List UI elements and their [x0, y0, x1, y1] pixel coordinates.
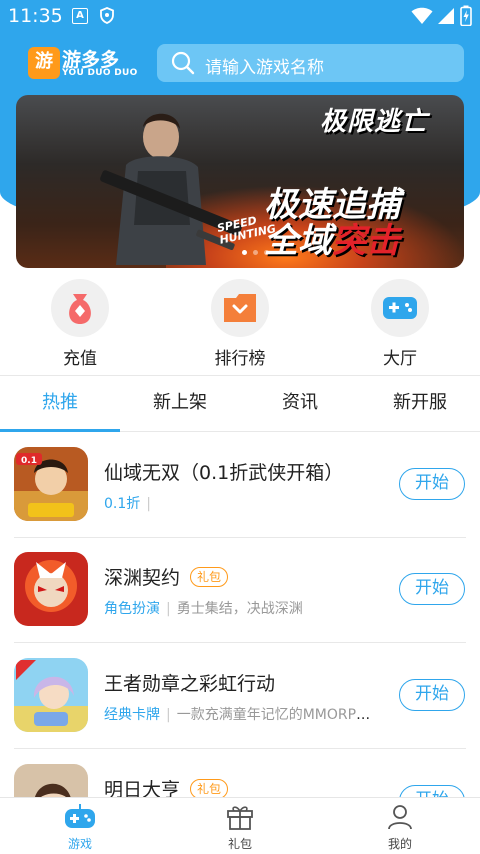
game-row[interactable]: 王者勋章之彩虹行动 经典卡牌 | 一款充满童年记忆的MMORPG卡牌手游 开始: [0, 643, 480, 749]
banner-pagination: [242, 250, 269, 255]
game-category: 经典卡牌: [104, 707, 160, 723]
game-meta: 角色扮演 | 勇士集结，决战深渊: [104, 598, 372, 618]
game-name: 仙域无双（0.1折武侠开箱）: [104, 462, 344, 484]
game-description: 一款充满童年记忆的MMORPG卡牌手游: [176, 707, 372, 723]
game-name: 深渊契约 礼包: [104, 563, 229, 590]
search-bar[interactable]: 请输入游戏名称: [157, 44, 464, 82]
svg-text:0.1: 0.1: [21, 456, 37, 466]
game-meta: 经典卡牌 | 一款充满童年记忆的MMORPG卡牌手游: [104, 704, 372, 724]
bottom-navigation: 游戏 礼包 我的: [0, 797, 480, 854]
tab-news[interactable]: 资讯: [240, 376, 360, 431]
nav-gifts-label: 礼包: [227, 837, 252, 851]
banner-game-title: 极限逃亡: [320, 107, 429, 137]
shield-icon: [100, 7, 114, 28]
quick-ranking[interactable]: 排行榜: [211, 279, 269, 369]
banner-slogan-line2b: 突击: [332, 221, 400, 261]
battery-icon: [460, 5, 472, 30]
game-meta: 0.1折 |: [104, 493, 372, 513]
quick-lobby[interactable]: 大厅: [371, 279, 429, 369]
gift-box-icon: [226, 806, 254, 834]
gift-badge: 礼包: [190, 779, 229, 799]
game-controller-icon: [64, 804, 96, 834]
nav-games[interactable]: 游戏: [0, 798, 160, 854]
game-category: 0.1折: [104, 496, 141, 512]
tab-new-server[interactable]: 新开服: [360, 376, 480, 431]
game-row[interactable]: 0.1 仙域无双（0.1折武侠开箱） 0.1折 | 开始: [0, 432, 480, 538]
quick-recharge[interactable]: 充值: [51, 279, 109, 369]
search-icon: [171, 51, 195, 79]
notification-a-icon: A: [72, 8, 88, 24]
search-placeholder: 请输入游戏名称: [205, 58, 324, 78]
banner-slogan-line1: 极速追捕: [264, 185, 400, 225]
gift-badge: 礼包: [190, 567, 229, 587]
game-icon-wangzhe: [14, 658, 88, 732]
start-button[interactable]: 开始: [399, 573, 465, 605]
game-category: 角色扮演: [104, 601, 160, 617]
quick-lobby-label: 大厅: [383, 349, 417, 369]
game-name: 王者勋章之彩虹行动: [104, 673, 276, 695]
start-button[interactable]: 开始: [399, 679, 465, 711]
nav-mine[interactable]: 我的: [320, 798, 480, 854]
banner-slogan: 极速追捕 全域突击: [264, 187, 464, 259]
meta-separator: |: [166, 707, 171, 723]
money-bag-icon: [51, 279, 109, 337]
banner-slogan-line2a: 全域: [264, 221, 332, 261]
nav-gifts[interactable]: 礼包: [160, 798, 320, 854]
game-row[interactable]: 深渊契约 礼包 角色扮演 | 勇士集结，决战深渊 开始: [0, 537, 480, 643]
start-button[interactable]: 开始: [399, 468, 465, 500]
quick-ranking-label: 排行榜: [214, 349, 266, 369]
wifi-icon: [411, 7, 433, 29]
category-tabs: 热推 新上架 资讯 新开服: [0, 376, 480, 432]
meta-separator: |: [146, 496, 151, 512]
game-icon-shenyuan: [14, 552, 88, 626]
nav-games-label: 游戏: [67, 837, 92, 851]
tab-new-release[interactable]: 新上架: [120, 376, 240, 431]
meta-separator: |: [166, 601, 171, 617]
app-logo: 游: [28, 47, 60, 79]
app-name-pinyin: YOU DUO DUO: [62, 68, 138, 78]
banner-dot-3[interactable]: [264, 250, 269, 255]
game-description: 勇士集结，决战深渊: [176, 601, 303, 617]
promo-banner[interactable]: 极限逃亡 SPEED HUNTING 极速追捕 全域突击: [16, 95, 464, 268]
nav-mine-label: 我的: [387, 837, 412, 851]
game-icon-xianyu: 0.1: [14, 447, 88, 521]
status-time: 11:35: [8, 5, 63, 27]
tab-hot[interactable]: 热推: [0, 376, 120, 432]
quick-recharge-label: 充值: [63, 349, 97, 369]
gamepad-icon: [371, 279, 429, 337]
banner-dot-1[interactable]: [242, 250, 247, 255]
rank-folder-icon: [211, 279, 269, 337]
user-icon: [387, 805, 413, 834]
status-bar: 11:35 A: [0, 0, 480, 32]
banner-dot-2[interactable]: [253, 250, 258, 255]
signal-icon: [437, 7, 455, 29]
game-name-text: 深渊契约: [104, 567, 181, 589]
